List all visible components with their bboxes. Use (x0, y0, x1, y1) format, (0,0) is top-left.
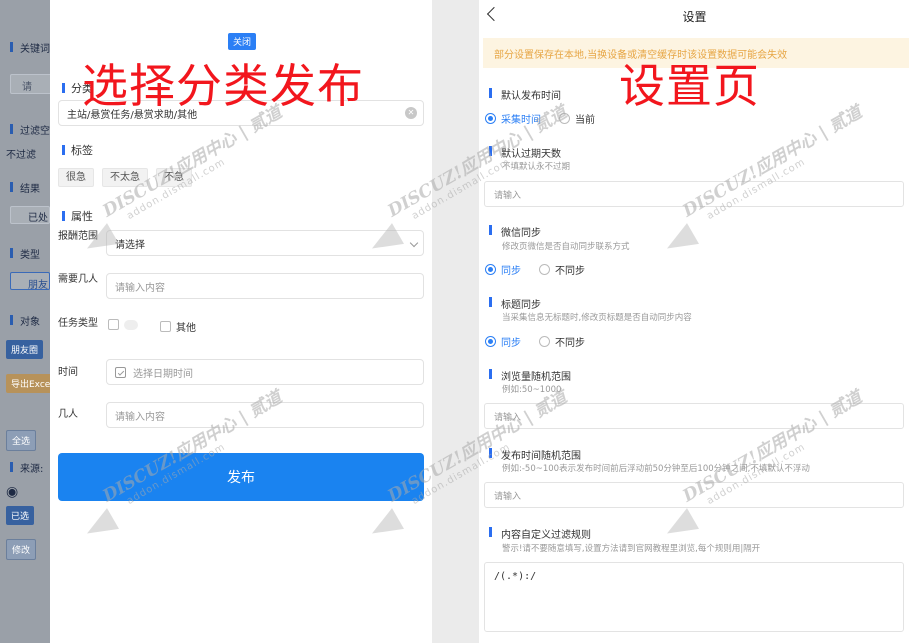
tags-section-title: 标签 (62, 142, 93, 158)
settings-panel: 设置 部分设置保存在本地,当换设备或清空缓存时该设置数据可能会失效 设置页 默认… (479, 0, 910, 643)
section-marker (10, 248, 13, 258)
count-label: 几人 (58, 409, 78, 420)
time-placeholder: 选择日期时间 (133, 368, 193, 380)
view-range-hint: 例如:50~1000 (502, 385, 562, 395)
input-placeholder: 请输入 (494, 190, 522, 201)
radio-unchecked-icon (539, 336, 550, 347)
section-marker (10, 182, 13, 192)
people-needed-input[interactable]: 请输入内容 (106, 273, 424, 299)
radio-label: 采集时间 (501, 115, 541, 126)
eye-icon: ◉ (6, 484, 19, 500)
publish-form-panel: 关闭 选择分类发布 分类 主站/悬赏任务/悬赏求助/其他 ✕ 标签 很急 不太急… (50, 0, 432, 643)
default-expire-days-hint: 不填默认永不过期 (502, 162, 571, 172)
overlay-caption: 选择分类发布 (82, 59, 364, 113)
section-marker (10, 124, 13, 134)
filter-label: 过滤空 (20, 126, 50, 137)
keyword-search-hint: 请 (22, 82, 32, 93)
radio-checked-icon (485, 336, 496, 347)
title-sync-title: 标题同步 (489, 296, 541, 311)
radio-unchecked-icon (559, 113, 570, 124)
view-range-input[interactable]: 请输入 (484, 403, 904, 429)
calendar-icon (115, 366, 126, 378)
radio-label: 不同步 (555, 266, 585, 277)
default-publish-time-title: 默认发布时间 (489, 87, 561, 102)
clear-icon[interactable]: ✕ (405, 107, 417, 119)
radio-label: 同步 (501, 338, 521, 349)
title-sync-hint: 当采集信息无标题时,修改页标题是否自动同步内容 (502, 313, 692, 323)
modify-button: 修改 (6, 539, 37, 560)
view-range-title: 浏览量随机范围 (489, 368, 571, 383)
radio-label: 同步 (501, 266, 521, 277)
content-filter-textarea[interactable]: /(.*):/ (484, 562, 904, 632)
export-button: 导出Excel (6, 374, 50, 393)
section-marker (10, 42, 13, 52)
input-placeholder: 请输入 (494, 491, 522, 502)
reward-range-select[interactable]: 请选择 (106, 230, 424, 256)
publish-time-range-hint: 例如:-50~100表示发布时间前后浮动前50分钟至后100分钟之间,不填默认不… (502, 464, 810, 474)
already-option: 已处 (28, 213, 48, 224)
radio-label: 当前 (575, 115, 595, 126)
close-button[interactable]: 关闭 (228, 33, 257, 50)
wechat-sync-title: 微信同步 (489, 224, 541, 239)
selected-button: 已选 (6, 506, 35, 525)
select-all-button: 全选 (6, 430, 37, 451)
background-page: 关键词 请 过滤空 不过滤 结果 已处 类型 朋友 对象 朋友圈 导出Excel… (0, 0, 50, 643)
tag-not-urgent[interactable]: 不急 (156, 168, 192, 187)
default-expire-days-input[interactable]: 请输入 (484, 181, 904, 207)
task-type-option-1[interactable] (108, 319, 138, 330)
count-input[interactable]: 请输入内容 (106, 402, 424, 428)
source-label: 来源: (20, 464, 44, 475)
no-filter-option: 不过滤 (6, 150, 36, 161)
publish-time-range-input[interactable]: 请输入 (484, 482, 904, 508)
radio-collect-time[interactable]: 采集时间 (485, 111, 541, 126)
people-needed-placeholder: 请输入内容 (115, 282, 165, 294)
friends-circle-button: 朋友圈 (6, 340, 44, 359)
wechat-sync-hint: 修改页微信是否自动同步联系方式 (502, 242, 630, 252)
radio-current[interactable]: 当前 (559, 111, 595, 126)
result-label: 结果 (20, 184, 40, 195)
default-expire-days-title: 默认过期天数 (489, 145, 561, 160)
task-type-label: 任务类型 (58, 318, 98, 329)
chevron-down-icon (409, 238, 419, 248)
radio-checked-icon (485, 113, 496, 124)
attributes-section-title: 属性 (62, 208, 93, 224)
radio-title-no-sync[interactable]: 不同步 (539, 334, 585, 349)
publish-time-range-title: 发布时间随机范围 (489, 447, 581, 462)
content-filter-title: 内容自定义过滤规则 (489, 526, 591, 541)
time-label: 时间 (58, 367, 78, 378)
target-label: 对象 (20, 317, 40, 328)
radio-wechat-no-sync[interactable]: 不同步 (539, 262, 585, 277)
type-label: 类型 (20, 250, 40, 261)
people-needed-label: 需要几人 (58, 274, 98, 285)
input-placeholder: 请输入 (494, 412, 522, 423)
radio-unchecked-icon (539, 264, 550, 275)
content-filter-hint: 警示!请不要随意填写,设置方法请到官网教程里浏览,每个规则用|隔开 (502, 544, 761, 554)
reward-range-label: 报酬范围 (58, 231, 98, 242)
section-marker (10, 462, 13, 472)
checkbox-icon (108, 319, 119, 330)
radio-title-sync[interactable]: 同步 (485, 334, 521, 349)
keyword-label: 关键词 (20, 44, 50, 55)
obscured-label (124, 319, 138, 330)
time-picker[interactable]: 选择日期时间 (106, 359, 424, 385)
reward-range-value: 请选择 (115, 239, 145, 251)
overlay-caption: 设置页 (619, 59, 760, 113)
publish-button[interactable]: 发布 (58, 453, 424, 501)
checkbox-icon (160, 321, 171, 332)
page-title: 设置 (682, 10, 707, 24)
radio-checked-icon (485, 264, 496, 275)
task-type-option-label: 其他 (176, 323, 196, 334)
radio-label: 不同步 (555, 338, 585, 349)
section-marker (10, 315, 13, 325)
count-placeholder: 请输入内容 (115, 411, 165, 423)
radio-wechat-sync[interactable]: 同步 (485, 262, 521, 277)
friend-option: 朋友 (28, 280, 48, 291)
tag-very-urgent[interactable]: 很急 (58, 168, 94, 187)
tag-not-very-urgent[interactable]: 不太急 (102, 168, 148, 187)
task-type-option-other[interactable]: 其他 (160, 319, 196, 334)
